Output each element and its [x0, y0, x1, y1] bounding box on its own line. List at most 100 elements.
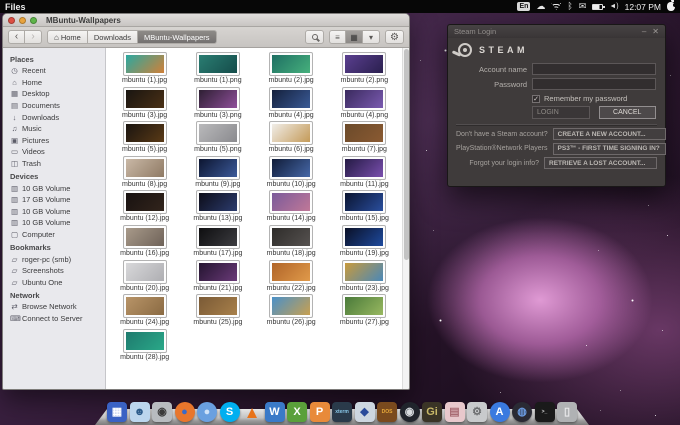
close-button[interactable]	[8, 17, 15, 24]
cloud-icon[interactable]: ☁	[536, 0, 545, 13]
file-item[interactable]: mbuntu (1).png	[181, 53, 254, 88]
sidebar-item-10-gb-volume[interactable]: ▥10 GB Volume	[10, 206, 105, 218]
sidebar-item-screenshots[interactable]: ▱Screenshots	[10, 265, 105, 277]
file-item[interactable]: mbuntu (28).jpg	[108, 330, 181, 365]
steam-link-button-2[interactable]: RETRIEVE A LOST ACCOUNT...	[544, 157, 657, 169]
back-button[interactable]: ‹	[8, 30, 25, 44]
sidebar-item-computer[interactable]: ▢Computer	[10, 229, 105, 241]
sidebar-item-10-gb-volume[interactable]: ▥10 GB Volume	[10, 182, 105, 194]
sidebar-item-roger-pc-smb-[interactable]: ▱roger-pc (smb)	[10, 253, 105, 265]
file-item[interactable]: mbuntu (4).jpg	[255, 88, 328, 123]
dock-icon-terminal[interactable]: >_	[535, 402, 555, 422]
dock-icon-virtualbox[interactable]: ◆	[355, 402, 375, 422]
file-item[interactable]: mbuntu (4).png	[328, 88, 401, 123]
dock-icon-skype[interactable]: S	[220, 402, 240, 422]
sidebar-item-recent[interactable]: ◷Recent	[10, 65, 105, 77]
search-button[interactable]	[305, 30, 324, 44]
file-item[interactable]: mbuntu (17).jpg	[181, 226, 254, 261]
file-item[interactable]: mbuntu (26).jpg	[255, 295, 328, 330]
login-button[interactable]: LOGIN	[532, 106, 590, 119]
steam-link-button-0[interactable]: CREATE A NEW ACCOUNT...	[553, 128, 666, 140]
dock-icon-vlc[interactable]: ▲	[242, 402, 262, 422]
maximize-button[interactable]	[30, 17, 37, 24]
forward-button[interactable]: ›	[25, 30, 42, 44]
files-titlebar[interactable]: MBuntu-Wallpapers	[3, 14, 409, 27]
dock-icon-writer[interactable]: W	[265, 402, 285, 422]
file-item[interactable]: mbuntu (25).jpg	[181, 295, 254, 330]
file-item[interactable]: mbuntu (8).jpg	[108, 157, 181, 192]
steam-close-button[interactable]: ✕	[652, 27, 659, 36]
keyboard-layout-indicator[interactable]: En	[517, 2, 530, 11]
file-item[interactable]: mbuntu (23).jpg	[328, 261, 401, 296]
sidebar-item-home[interactable]: ⌂Home	[10, 77, 105, 89]
password-field[interactable]	[532, 78, 656, 90]
file-item[interactable]: mbuntu (5).jpg	[108, 122, 181, 157]
file-item[interactable]: mbuntu (2).png	[328, 53, 401, 88]
clock[interactable]: 12:07 PM	[625, 2, 661, 12]
dock-icon-app-store[interactable]: A	[490, 402, 510, 422]
cancel-button[interactable]: CANCEL	[599, 106, 657, 119]
steam-titlebar[interactable]: Steam Login – ✕	[448, 25, 665, 38]
dock-icon-firefox[interactable]: ●	[175, 402, 195, 422]
dock-icon-impress[interactable]: P	[310, 402, 330, 422]
file-item[interactable]: mbuntu (14).jpg	[255, 191, 328, 226]
file-item[interactable]: mbuntu (24).jpg	[108, 295, 181, 330]
sidebar-item-connect-to-server[interactable]: ⌨Connect to Server	[10, 313, 105, 325]
grid-view-button[interactable]: ▦	[346, 30, 363, 44]
file-item[interactable]: mbuntu (2).jpg	[255, 53, 328, 88]
file-item[interactable]: mbuntu (22).jpg	[255, 261, 328, 296]
file-item[interactable]: mbuntu (27).jpg	[328, 295, 401, 330]
list-view-button[interactable]: ≡	[329, 30, 346, 44]
dock-icon-screenshot[interactable]: ◉	[152, 402, 172, 422]
sidebar-item-ubuntu-one[interactable]: ▱Ubuntu One	[10, 277, 105, 289]
mail-icon[interactable]: ✉	[579, 0, 587, 13]
breadcrumb-home[interactable]: ⌂Home	[47, 30, 88, 44]
sidebar-item-music[interactable]: ♫Music	[10, 123, 105, 135]
steam-minimize-button[interactable]: –	[642, 27, 646, 36]
dock-icon-chromium[interactable]: ●	[197, 402, 217, 422]
dock-icon-xterm[interactable]: xterm	[332, 402, 352, 422]
minimize-button[interactable]	[19, 17, 26, 24]
dock-icon-steam[interactable]: ◉	[400, 402, 420, 422]
breadcrumb-downloads[interactable]: Downloads	[88, 30, 138, 44]
dock-icon-finder[interactable]: ☻	[130, 402, 150, 422]
sidebar-item-10-gb-volume[interactable]: ▥10 GB Volume	[10, 217, 105, 229]
dock-icon-calc[interactable]: X	[287, 402, 307, 422]
sidebar-item-desktop[interactable]: ▦Desktop	[10, 88, 105, 100]
dock-icon-launchpad[interactable]: ▦	[107, 402, 127, 422]
file-item[interactable]: mbuntu (9).jpg	[181, 157, 254, 192]
file-item[interactable]: mbuntu (10).jpg	[255, 157, 328, 192]
scrollbar[interactable]	[402, 48, 409, 389]
options-button[interactable]: ⚙	[385, 30, 404, 44]
sidebar-item-documents[interactable]: ▤Documents	[10, 100, 105, 112]
file-item[interactable]: mbuntu (3).jpg	[108, 88, 181, 123]
scrollbar-thumb[interactable]	[404, 49, 409, 260]
sidebar-item-videos[interactable]: ▭Videos	[10, 146, 105, 158]
dock-icon-dosbox[interactable]: DOS	[377, 402, 397, 422]
file-item[interactable]: mbuntu (21).jpg	[181, 261, 254, 296]
file-item[interactable]: mbuntu (6).jpg	[255, 122, 328, 157]
dock-icon-software-center[interactable]: ◍	[512, 402, 532, 422]
apple-logo-icon[interactable]	[667, 2, 675, 11]
file-item[interactable]: mbuntu (13).jpg	[181, 191, 254, 226]
remember-password-checkbox[interactable]: ✓	[532, 95, 540, 103]
volume-icon[interactable]: ◄)	[609, 0, 618, 13]
active-app-name[interactable]: Files	[5, 2, 26, 12]
dock-icon-textedit[interactable]: ▤	[445, 402, 465, 422]
view-dropdown-button[interactable]: ▾	[363, 30, 380, 44]
sidebar-item-downloads[interactable]: ↓Downloads	[10, 111, 105, 123]
file-item[interactable]: mbuntu (12).jpg	[108, 191, 181, 226]
dock-icon-trash[interactable]: ▯	[557, 402, 577, 422]
file-item[interactable]: mbuntu (20).jpg	[108, 261, 181, 296]
file-item[interactable]: mbuntu (1).jpg	[108, 53, 181, 88]
breadcrumb-mbuntu-wallpapers[interactable]: MBuntu-Wallpapers	[138, 30, 217, 44]
file-item[interactable]: mbuntu (16).jpg	[108, 226, 181, 261]
file-item[interactable]: mbuntu (18).jpg	[255, 226, 328, 261]
dock-icon-gimp[interactable]: Gi	[422, 402, 442, 422]
battery-icon[interactable]	[592, 4, 603, 10]
sidebar-item-pictures[interactable]: ▣Pictures	[10, 135, 105, 147]
steam-link-button-1[interactable]: PS3™ - FIRST TIME SIGNING IN?	[553, 143, 666, 155]
file-item[interactable]: mbuntu (7).jpg	[328, 122, 401, 157]
dock-icon-system-settings[interactable]: ⚙	[467, 402, 487, 422]
sidebar-item-17-gb-volume[interactable]: ▥17 GB Volume	[10, 194, 105, 206]
